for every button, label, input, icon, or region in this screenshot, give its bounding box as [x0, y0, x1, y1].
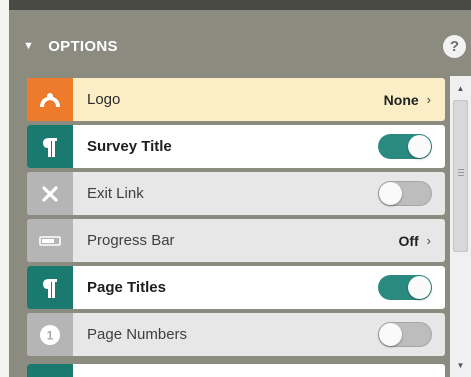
options-panel: ▼ OPTIONS ? Logo None › Survey Title Exi…	[9, 0, 471, 377]
options-title: OPTIONS	[48, 37, 118, 55]
pilcrow-icon	[27, 266, 73, 309]
option-row-page-numbers: 1 Page Numbers	[27, 313, 445, 356]
options-header: ▼ OPTIONS ?	[9, 10, 471, 76]
scrollbar-thumb[interactable]	[453, 100, 468, 252]
toggle-knob	[408, 276, 431, 299]
option-row-page-titles: Page Titles	[27, 266, 445, 309]
logo-value-link[interactable]: None ›	[384, 92, 445, 108]
page-numbers-toggle[interactable]	[378, 322, 432, 347]
chevron-right-icon: ›	[426, 92, 431, 107]
exit-link-toggle[interactable]	[378, 181, 432, 206]
logo-icon	[27, 78, 73, 121]
caret-down-icon: ▼	[23, 40, 35, 52]
progress-bar-value: Off	[398, 232, 419, 249]
thumb-grip-line	[458, 169, 464, 170]
options-scrollbar[interactable]: ▲ ▼	[450, 76, 471, 377]
option-label-page-titles: Page Titles	[87, 279, 166, 296]
option-row-progress-bar[interactable]: Progress Bar Off ›	[27, 219, 445, 262]
progress-bar-value-link[interactable]: Off ›	[398, 233, 445, 249]
option-label-exit-link: Exit Link	[87, 185, 144, 202]
panel-top-border	[9, 0, 471, 10]
chevron-right-icon: ›	[426, 233, 431, 248]
toggle-knob	[408, 135, 431, 158]
option-row-survey-title: Survey Title	[27, 125, 445, 168]
option-row-logo[interactable]: Logo None ›	[27, 78, 445, 121]
help-icon[interactable]: ?	[443, 35, 466, 58]
toggle-knob	[379, 182, 402, 205]
svg-text:1: 1	[47, 328, 54, 342]
scroll-down-arrow-icon[interactable]: ▼	[450, 357, 471, 373]
option-label-survey-title: Survey Title	[87, 138, 172, 155]
options-collapse-toggle[interactable]: ▼ OPTIONS	[23, 34, 118, 58]
toggle-knob	[379, 323, 402, 346]
option-row-partial	[27, 364, 445, 377]
thumb-grip-line	[458, 175, 464, 176]
thumb-grip-line	[458, 172, 464, 173]
page-titles-toggle[interactable]	[378, 275, 432, 300]
logo-value: None	[383, 91, 419, 108]
survey-title-toggle[interactable]	[378, 134, 432, 159]
progress-bar-icon	[27, 219, 73, 262]
option-label-logo: Logo	[87, 91, 121, 108]
option-row-exit-link: Exit Link	[27, 172, 445, 215]
page-number-icon: 1	[27, 313, 73, 356]
pilcrow-icon	[27, 125, 73, 168]
option-label-progress-bar: Progress Bar	[87, 232, 175, 249]
partial-row-icon	[27, 364, 73, 377]
option-label-page-numbers: Page Numbers	[87, 326, 188, 343]
scroll-up-arrow-icon[interactable]: ▲	[450, 80, 471, 96]
close-x-icon	[27, 172, 73, 215]
